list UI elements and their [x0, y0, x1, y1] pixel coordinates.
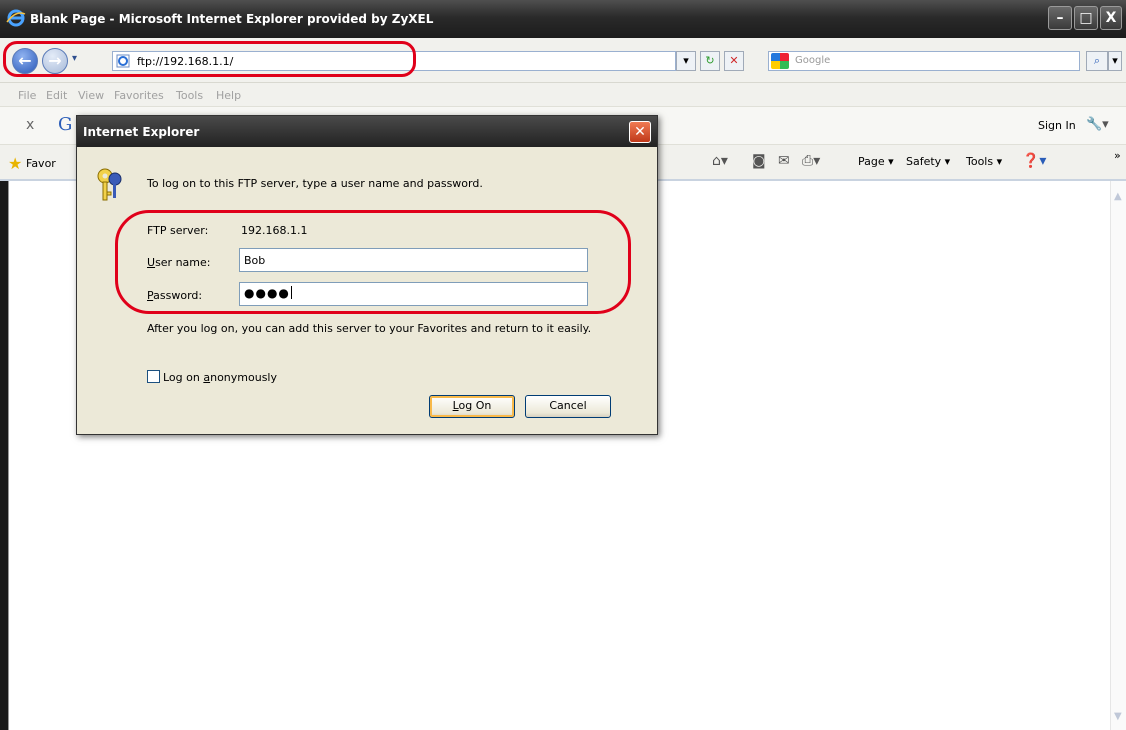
menu-help[interactable]: Help [216, 89, 241, 102]
dialog-title: Internet Explorer [83, 125, 200, 139]
scroll-down-icon[interactable]: ▼ [1114, 711, 1122, 722]
menu-bar: File Edit View Favorites Tools Help [0, 83, 1126, 107]
wrench-icon[interactable]: 🔧▾ [1086, 117, 1109, 132]
stop-icon[interactable]: ✕ [724, 51, 744, 71]
address-bar-extension[interactable] [414, 51, 676, 71]
window-frame-left [0, 181, 8, 730]
scroll-up-icon[interactable]: ▲ [1114, 191, 1122, 202]
ftp-login-dialog: Internet Explorer ✕ To log on to this FT… [76, 115, 658, 435]
dialog-prompt: To log on to this FTP server, type a use… [147, 177, 483, 190]
favorites-star-icon[interactable]: ★ [8, 154, 22, 173]
print-icon[interactable]: ⎙▾ [802, 153, 820, 169]
vertical-scrollbar[interactable]: ▲ ▼ [1110, 181, 1126, 730]
google-search-provider-icon [771, 53, 789, 69]
internet-explorer-icon [6, 9, 26, 27]
favorites-note: After you log on, you can add this serve… [147, 322, 592, 335]
search-box[interactable]: Google [768, 51, 1080, 71]
read-mail-icon[interactable]: ✉ [778, 153, 790, 169]
menu-edit[interactable]: Edit [46, 89, 67, 102]
google-logo: G [58, 114, 73, 135]
credentials-highlight [115, 210, 631, 314]
safety-menu[interactable]: Safety ▾ [906, 155, 950, 168]
address-dropdown-icon[interactable]: ▾ [676, 51, 696, 71]
feeds-icon[interactable]: ◙ [752, 153, 766, 169]
keys-icon [97, 168, 122, 201]
favorites-button[interactable]: Favor [26, 157, 56, 170]
help-icon[interactable]: ❓▾ [1022, 153, 1046, 169]
sign-in-button[interactable]: Sign In [1038, 119, 1076, 132]
address-bar-highlight [3, 41, 416, 77]
dialog-close-button[interactable]: ✕ [629, 121, 651, 143]
home-icon[interactable]: ⌂▾ [712, 153, 728, 169]
menu-view[interactable]: View [78, 89, 104, 102]
window-title-bar: Blank Page - Microsoft Internet Explorer… [0, 0, 1126, 38]
search-icon[interactable]: ⌕ [1086, 51, 1108, 71]
search-options-dropdown-icon[interactable]: ▾ [1108, 51, 1122, 71]
window-title: Blank Page - Microsoft Internet Explorer… [30, 12, 434, 26]
close-window-button[interactable]: X [1100, 6, 1122, 30]
menu-favorites[interactable]: Favorites [114, 89, 164, 102]
dialog-title-bar: Internet Explorer ✕ [77, 116, 657, 147]
refresh-icon[interactable]: ↻ [700, 51, 720, 71]
navigation-bar: ← → ▾ ftp://192.168.1.1/ ▾ ↻ ✕ Google ⌕ … [0, 38, 1126, 83]
menu-tools[interactable]: Tools [176, 89, 203, 102]
menu-file[interactable]: File [18, 89, 36, 102]
page-menu[interactable]: Page ▾ [858, 155, 894, 168]
minimize-button[interactable]: – [1048, 6, 1072, 30]
search-placeholder: Google [795, 55, 831, 66]
more-commands-chevron-icon[interactable]: » [1114, 149, 1121, 162]
anonymous-checkbox[interactable] [147, 370, 160, 383]
toolbar-close-button[interactable]: x [26, 117, 34, 133]
cancel-button[interactable]: Cancel [525, 395, 611, 418]
maximize-button[interactable]: □ [1074, 6, 1098, 30]
anonymous-checkbox-label[interactable]: Log on anonymously [163, 371, 277, 384]
tools-menu[interactable]: Tools ▾ [966, 155, 1002, 168]
log-on-button[interactable]: Log On [429, 395, 515, 418]
